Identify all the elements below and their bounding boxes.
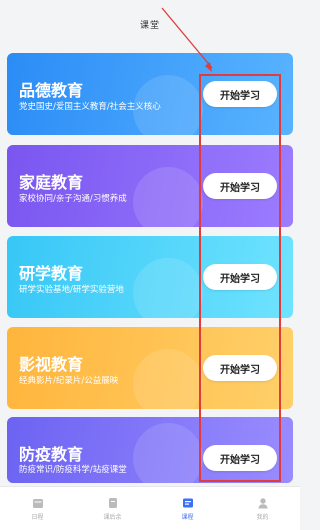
card-title: 家庭教育 (19, 173, 84, 192)
tab-schedule[interactable]: 日程 (0, 487, 75, 530)
tab-label: 课后余 (103, 513, 122, 521)
card-title: 影视教育 (19, 355, 84, 374)
card-title: 防疫教育 (19, 445, 84, 464)
card-subtitle: 研学实验基地/研学实验营地 (19, 285, 124, 295)
start-learning-button[interactable]: 开始学习 (203, 264, 277, 290)
card-subtitle: 防疫常识/防疫科学/站疫课堂 (19, 465, 127, 475)
card-subtitle: 党史国史/爱国主义教育/社会主义核心 (19, 102, 161, 112)
document-icon (107, 497, 119, 509)
card-decoration (133, 167, 203, 227)
tab-course[interactable]: 课程 (150, 487, 225, 530)
tab-label: 课程 (181, 513, 194, 521)
course-card-family[interactable]: 家庭教育 家校协同/亲子沟通/习惯养成 开始学习 (7, 145, 293, 227)
card-title: 品德教育 (19, 81, 84, 100)
start-learning-button[interactable]: 开始学习 (203, 173, 277, 199)
course-card-film[interactable]: 影视教育 经典影片/纪录片/公益展映 开始学习 (7, 327, 293, 409)
card-subtitle: 家校协同/亲子沟通/习惯养成 (19, 194, 127, 204)
tab-label: 日程 (31, 513, 44, 521)
course-icon (182, 497, 194, 509)
card-subtitle: 经典影片/纪录片/公益展映 (19, 376, 119, 386)
course-card-research[interactable]: 研学教育 研学实验基地/研学实验营地 开始学习 (7, 236, 293, 318)
start-learning-button[interactable]: 开始学习 (203, 355, 277, 381)
card-decoration (133, 423, 203, 483)
page-title: 课堂 (139, 20, 160, 31)
tab-profile[interactable]: 我的 (225, 487, 300, 530)
person-icon (257, 497, 269, 509)
tab-label: 我的 (256, 513, 269, 521)
bottom-tab-bar: 日程 课后余 课程 我的 (0, 486, 300, 530)
calendar-icon (32, 497, 44, 509)
header: 课堂 (0, 0, 300, 48)
course-card-epidemic[interactable]: 防疫教育 防疫常识/防疫科学/站疫课堂 开始学习 (7, 417, 293, 483)
start-learning-button[interactable]: 开始学习 (203, 81, 277, 107)
course-card-character[interactable]: 品德教育 党史国史/爱国主义教育/社会主义核心 开始学习 (7, 53, 293, 135)
card-title: 研学教育 (19, 264, 84, 283)
card-decoration (133, 349, 203, 409)
tab-after-class[interactable]: 课后余 (75, 487, 150, 530)
start-learning-button[interactable]: 开始学习 (203, 445, 277, 471)
card-decoration (133, 258, 203, 318)
